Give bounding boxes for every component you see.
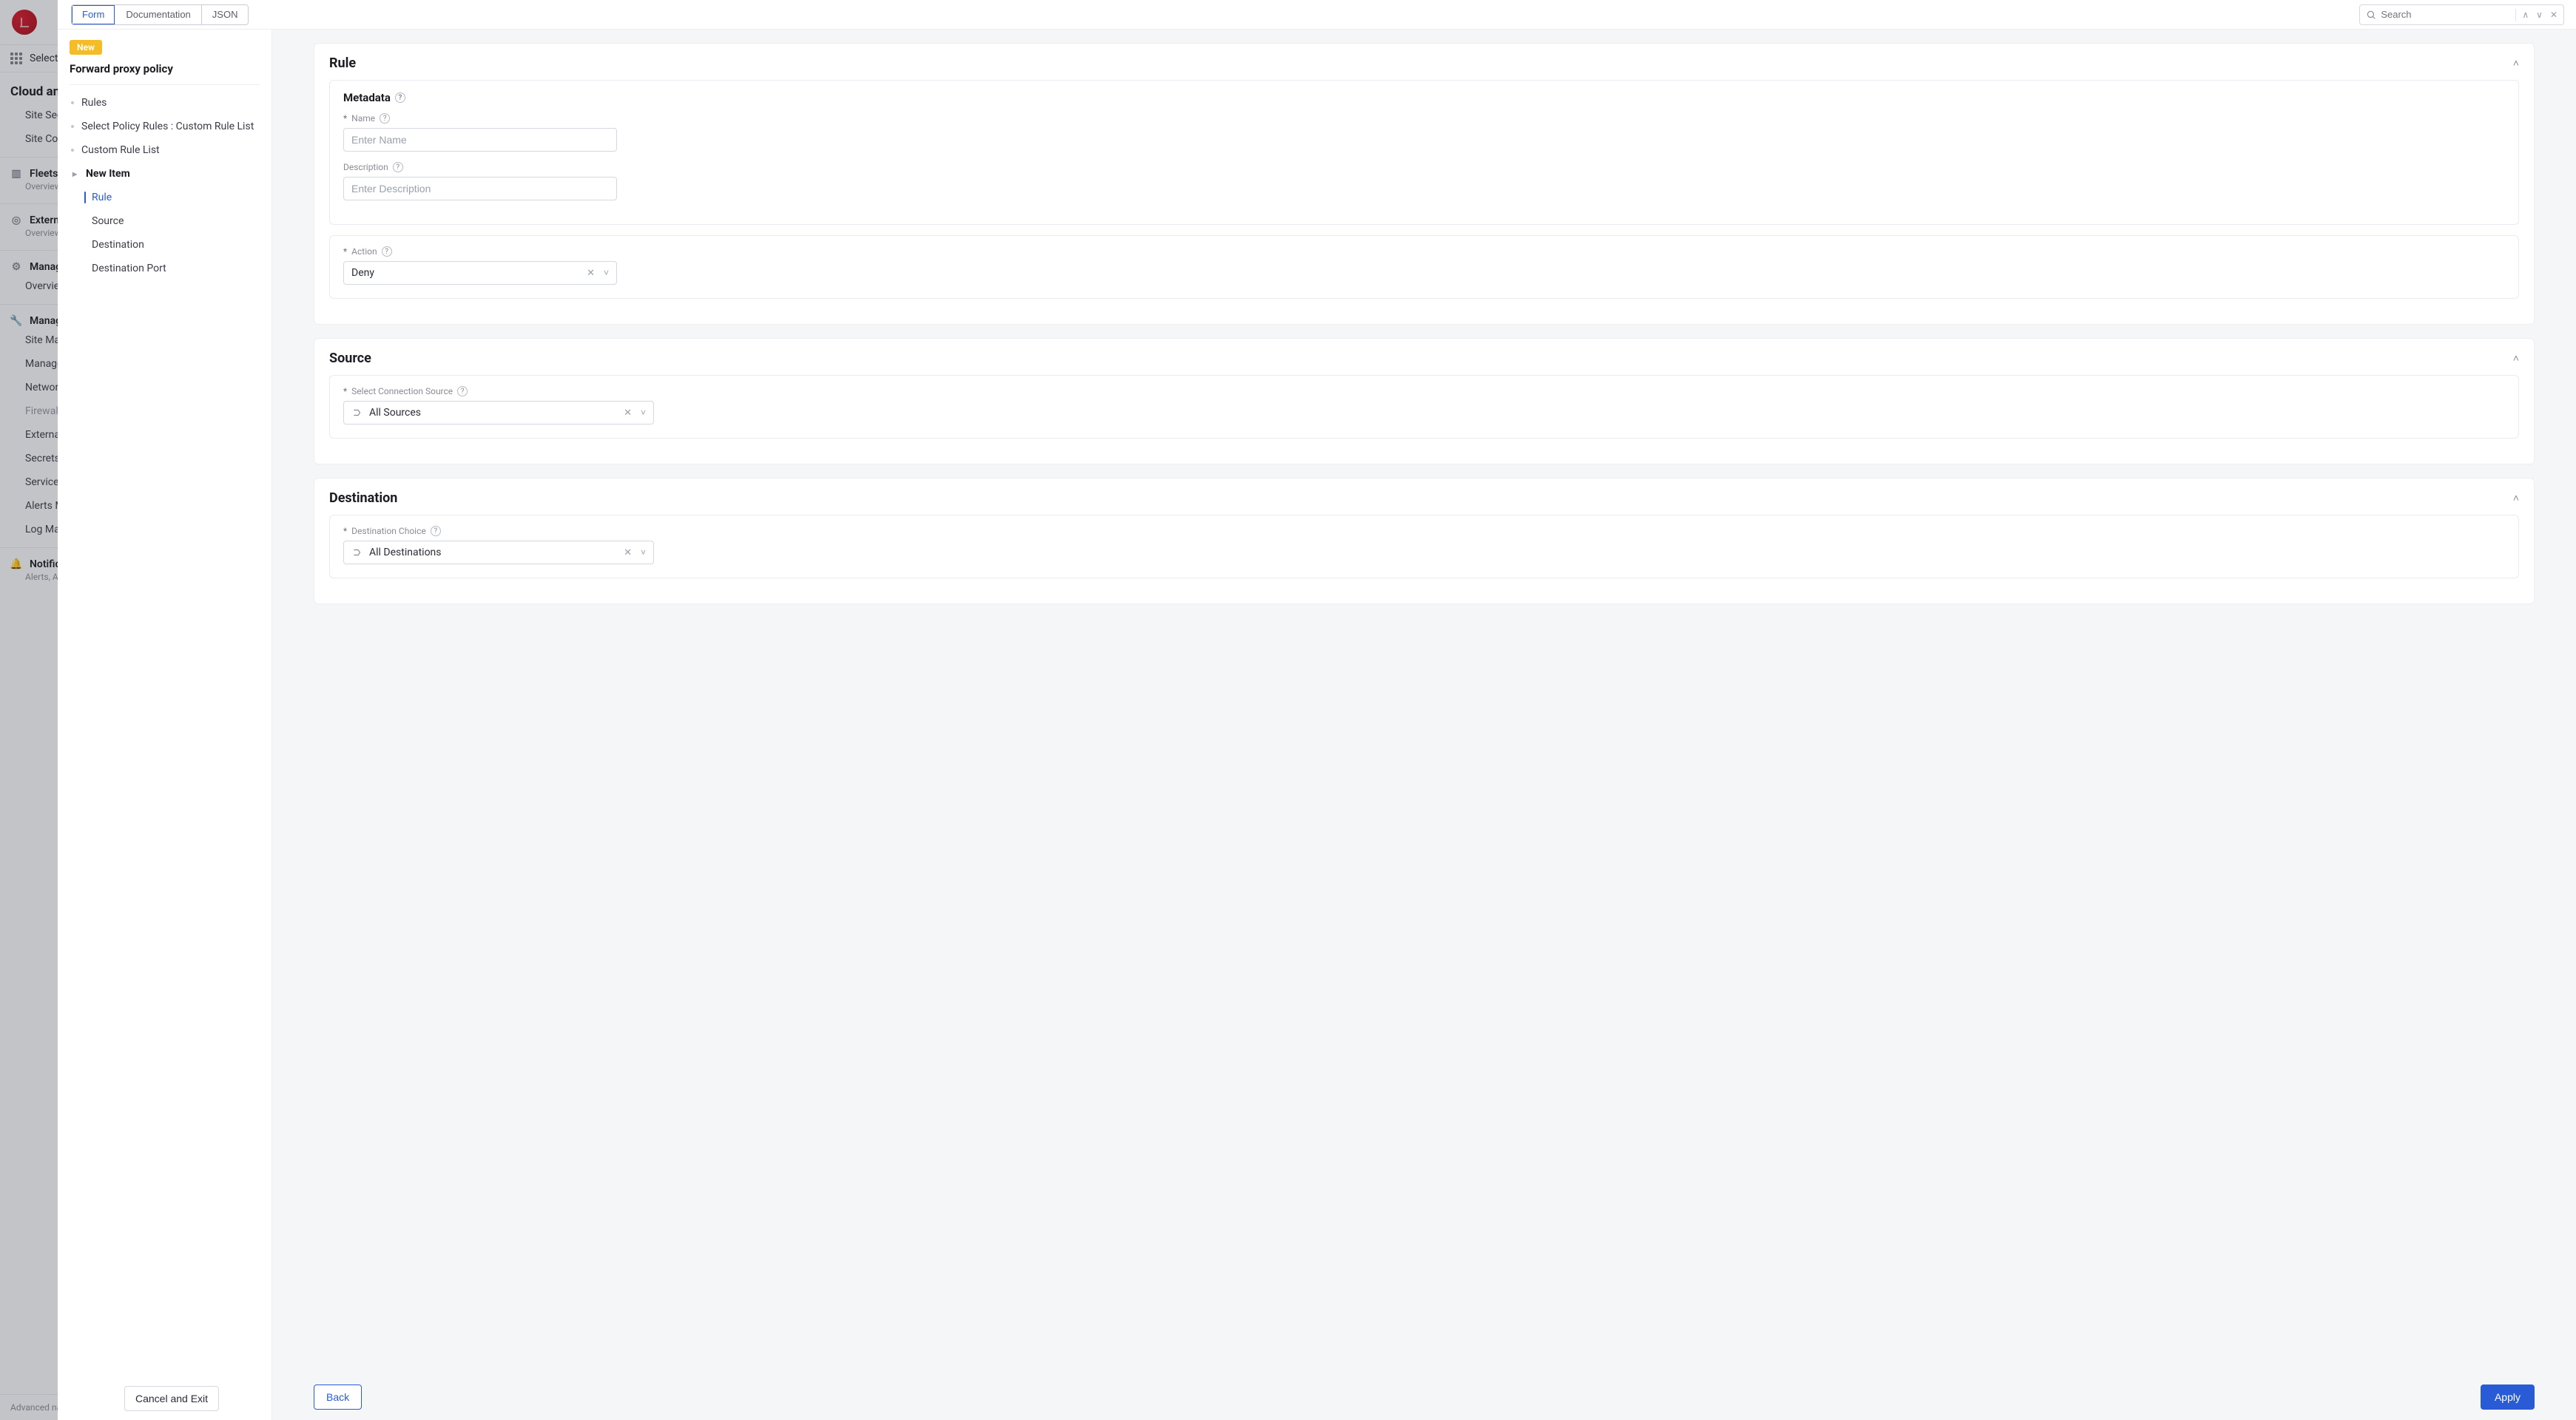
- help-icon[interactable]: ?: [382, 246, 392, 257]
- config-tree: Rules Select Policy Rules : Custom Rule …: [70, 84, 260, 280]
- modal-main: New Forward proxy policy Rules Select Po…: [58, 30, 2576, 1420]
- modal-topbar: Form Documentation JSON ∧ ∨ ✕: [58, 0, 2576, 30]
- search-box[interactable]: ∧ ∨ ✕: [2359, 4, 2564, 25]
- search-input[interactable]: [2381, 9, 2511, 20]
- tree-subitem-source[interactable]: Source: [70, 209, 260, 233]
- chevron-down-icon[interactable]: ˅: [602, 268, 610, 278]
- view-mode-segment: Form Documentation JSON: [71, 4, 249, 25]
- help-icon[interactable]: ?: [393, 162, 403, 172]
- description-input[interactable]: [343, 177, 617, 200]
- description-label: Description: [343, 162, 388, 172]
- destination-card: * Destination Choice ? All Destinations …: [329, 515, 2519, 578]
- metadata-title: Metadata: [343, 91, 391, 104]
- modal-scrim: [0, 0, 58, 1420]
- action-value: Deny: [351, 267, 579, 279]
- metadata-card: Metadata ? * Name ? Description ?: [329, 80, 2519, 225]
- required-star: *: [343, 246, 347, 257]
- destination-value: All Destinations: [369, 547, 616, 558]
- caret-right-icon: ▸: [71, 169, 78, 179]
- dot-icon: [71, 149, 74, 152]
- apply-button[interactable]: Apply: [2481, 1384, 2535, 1410]
- source-card: * Select Connection Source ? All Sources…: [329, 375, 2519, 439]
- tree-item-new-item[interactable]: ▸ New Item: [70, 162, 260, 186]
- required-star: *: [343, 526, 347, 536]
- tab-form[interactable]: Form: [72, 5, 115, 24]
- dot-icon: [71, 125, 74, 128]
- flow-icon: [351, 547, 363, 558]
- help-icon[interactable]: ?: [457, 386, 468, 396]
- source-select-label: Select Connection Source: [351, 386, 453, 396]
- section-title-destination: Destination: [329, 490, 397, 506]
- form-content: Rule ˄ Metadata ? * Name ?: [272, 30, 2576, 1420]
- source-select[interactable]: All Sources ✕ ˅: [343, 401, 654, 425]
- tab-documentation[interactable]: Documentation: [115, 5, 201, 24]
- name-input[interactable]: [343, 128, 617, 152]
- tree-subitem-destination-port[interactable]: Destination Port: [70, 257, 260, 280]
- footer-actions: Back Apply: [272, 1374, 2576, 1420]
- chevron-up-icon[interactable]: ˄: [2513, 57, 2519, 70]
- back-button[interactable]: Back: [314, 1384, 362, 1410]
- search-close-icon[interactable]: ✕: [2549, 10, 2559, 20]
- help-icon[interactable]: ?: [380, 113, 390, 124]
- dot-icon: [71, 101, 74, 104]
- search-prev-icon[interactable]: ∧: [2521, 10, 2530, 20]
- chevron-up-icon[interactable]: ˄: [2513, 352, 2519, 365]
- tree-item-custom-rule-list[interactable]: Custom Rule List: [70, 138, 260, 162]
- name-label: Name: [351, 113, 375, 124]
- clear-icon[interactable]: ✕: [622, 547, 633, 558]
- tab-json[interactable]: JSON: [202, 5, 249, 24]
- section-source: Source ˄ * Select Connection Source ? Al…: [314, 338, 2535, 464]
- config-tree-panel: New Forward proxy policy Rules Select Po…: [58, 30, 272, 1420]
- required-star: *: [343, 386, 347, 396]
- tree-subitem-destination[interactable]: Destination: [70, 233, 260, 257]
- chevron-down-icon[interactable]: ˅: [639, 547, 647, 558]
- chevron-up-icon[interactable]: ˄: [2513, 492, 2519, 504]
- clear-icon[interactable]: ✕: [585, 268, 596, 279]
- new-badge: New: [70, 40, 102, 55]
- destination-choice-label: Destination Choice: [351, 526, 426, 536]
- tree-subitem-rule[interactable]: Rule: [70, 186, 260, 209]
- cancel-and-exit-button[interactable]: Cancel and Exit: [124, 1386, 219, 1411]
- search-next-icon[interactable]: ∨: [2535, 10, 2544, 20]
- config-title: Forward proxy policy: [70, 62, 260, 75]
- destination-select[interactable]: All Destinations ✕ ˅: [343, 541, 654, 564]
- action-label: Action: [351, 246, 377, 257]
- help-icon[interactable]: ?: [431, 526, 441, 536]
- search-icon: [2366, 10, 2376, 20]
- source-value: All Sources: [369, 407, 616, 419]
- section-title-source: Source: [329, 351, 371, 366]
- chevron-down-icon[interactable]: ˅: [639, 408, 647, 418]
- clear-icon[interactable]: ✕: [622, 408, 633, 419]
- section-title-rule: Rule: [329, 55, 356, 71]
- tree-item-rules[interactable]: Rules: [70, 91, 260, 115]
- action-card: * Action ? Deny ✕ ˅: [329, 235, 2519, 299]
- section-rule: Rule ˄ Metadata ? * Name ?: [314, 43, 2535, 325]
- tree-item-policy-rules[interactable]: Select Policy Rules : Custom Rule List: [70, 115, 260, 138]
- field-name: * Name ?: [343, 113, 2505, 152]
- field-description: Description ?: [343, 162, 2505, 200]
- flow-icon: [351, 407, 363, 419]
- action-select[interactable]: Deny ✕ ˅: [343, 261, 617, 285]
- required-star: *: [343, 113, 347, 124]
- section-destination: Destination ˄ * Destination Choice ? All…: [314, 478, 2535, 604]
- help-icon[interactable]: ?: [395, 92, 405, 103]
